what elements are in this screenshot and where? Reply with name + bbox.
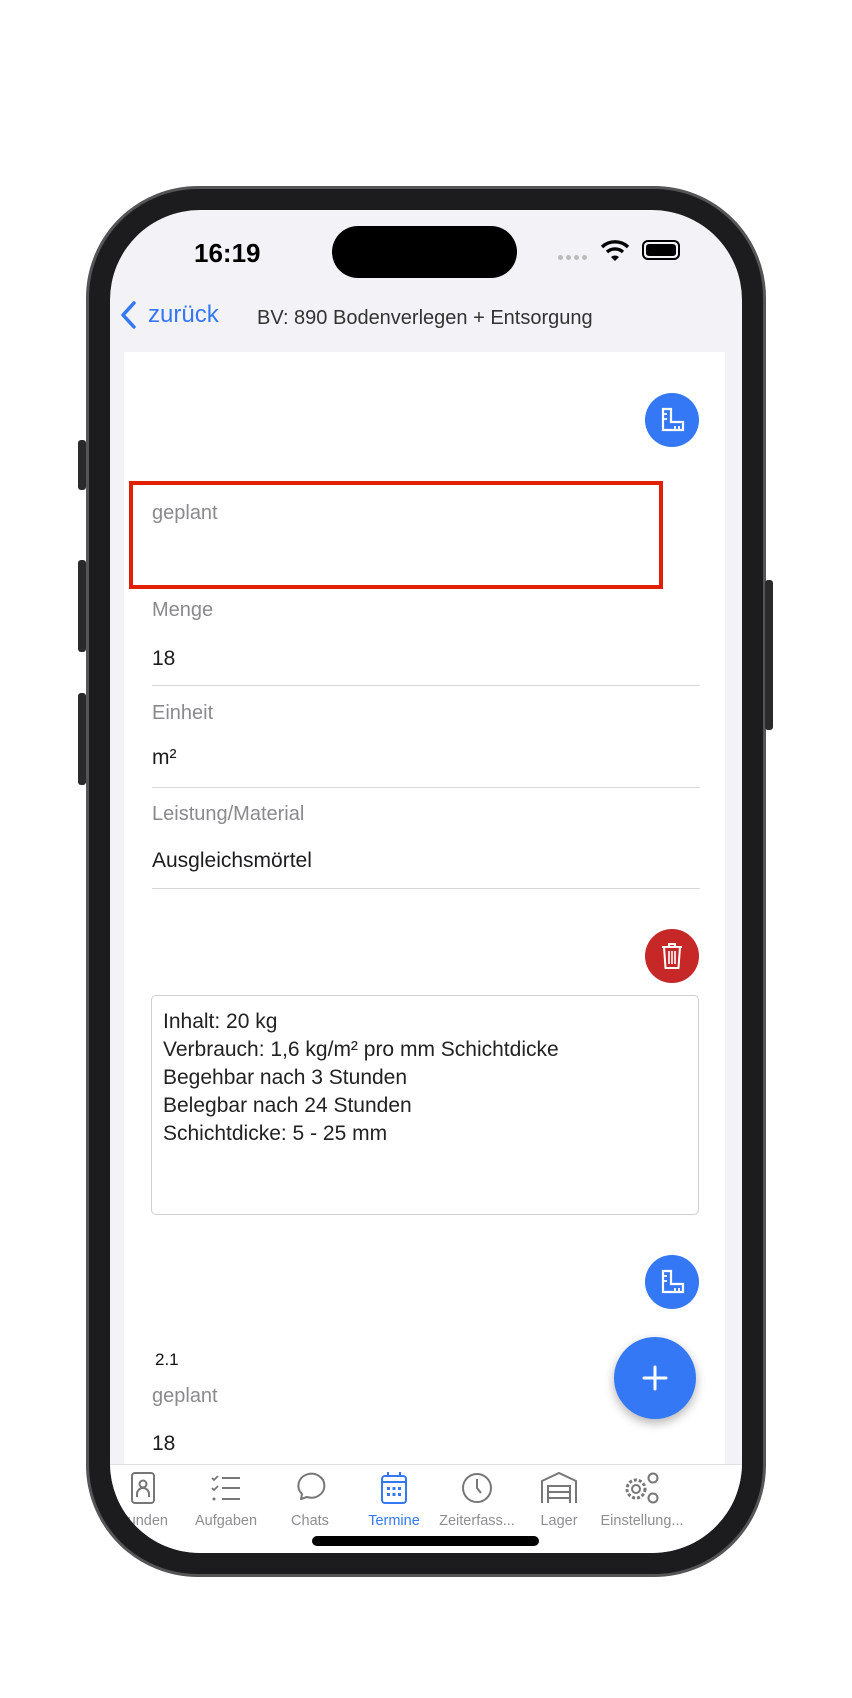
- page-title: BV: 890 Bodenverlegen + Entsorgung: [257, 307, 593, 329]
- calendar-icon: [381, 1472, 407, 1504]
- delete-button[interactable]: [645, 929, 699, 983]
- ruler-icon: [661, 1269, 685, 1294]
- signal-icon: [558, 255, 587, 260]
- geplant-label: geplant: [152, 502, 218, 524]
- tab-termine[interactable]: Termine: [349, 1471, 439, 1529]
- geplant-input[interactable]: [152, 532, 672, 572]
- tab-label: Zeiterfass...: [439, 1513, 515, 1529]
- tab-label: Termine: [368, 1513, 420, 1529]
- next-geplant-input[interactable]: 18: [152, 1432, 175, 1456]
- contacts-book-icon: [131, 1472, 155, 1504]
- tab-label: Einstellung...: [600, 1513, 684, 1529]
- tab-label: Lager: [540, 1513, 578, 1529]
- volume-up-button: [78, 560, 86, 652]
- chat-bubble-icon: [297, 1472, 326, 1500]
- tab-chats[interactable]: Chats: [265, 1471, 355, 1529]
- measure-button-2[interactable]: [645, 1255, 699, 1309]
- tab-aufgaben[interactable]: Aufgaben: [181, 1471, 271, 1529]
- divider: [152, 787, 700, 788]
- plus-icon: [642, 1365, 668, 1391]
- tab-einstellungen[interactable]: Einstellung...: [597, 1471, 687, 1529]
- home-indicator: [312, 1536, 539, 1546]
- dynamic-island: [332, 226, 517, 278]
- tab-kunden[interactable]: Kunden: [110, 1471, 188, 1529]
- warehouse-icon: [541, 1471, 577, 1503]
- ruler-icon: [661, 407, 685, 432]
- tab-label: Kunden: [118, 1513, 168, 1529]
- back-label: zurück: [148, 301, 219, 328]
- chevron-left-icon: [121, 301, 136, 329]
- tab-lager[interactable]: Lager: [514, 1471, 604, 1529]
- battery-icon: [642, 240, 680, 260]
- gears-icon: [625, 1472, 659, 1504]
- position-index: 2.1: [155, 1350, 179, 1369]
- back-button[interactable]: zurück: [118, 300, 219, 330]
- einheit-label: Einheit: [152, 702, 214, 724]
- status-time: 16:19: [194, 238, 261, 268]
- einheit-input[interactable]: m²: [152, 746, 177, 770]
- next-geplant-label: geplant: [152, 1385, 218, 1407]
- measure-button[interactable]: [645, 393, 699, 447]
- tab-label: Aufgaben: [194, 1513, 258, 1529]
- power-button: [765, 580, 773, 730]
- divider: [152, 685, 700, 686]
- volume-down-button: [78, 693, 86, 785]
- leistung-label: Leistung/Material: [152, 803, 305, 825]
- screen: 16:19 zurück BV: 890 Bodenverlegen + Ent…: [110, 210, 742, 1553]
- description-textarea[interactable]: Inhalt: 20 kg Verbrauch: 1,6 kg/m² pro m…: [151, 995, 699, 1215]
- menge-input[interactable]: 18: [152, 647, 175, 671]
- form-card: geplant Menge 18 Einheit m² Leistung/Mat…: [124, 352, 725, 1464]
- tab-label: Chats: [291, 1513, 329, 1529]
- menge-label: Menge: [152, 599, 214, 621]
- mute-switch: [78, 440, 86, 490]
- clock-icon: [462, 1473, 492, 1503]
- divider: [152, 888, 700, 889]
- checklist-icon: [211, 1475, 240, 1501]
- leistung-input[interactable]: Ausgleichsmörtel: [152, 849, 312, 873]
- add-button[interactable]: [614, 1337, 696, 1419]
- trash-icon: [662, 943, 682, 969]
- wifi-icon: [600, 240, 630, 261]
- tab-zeiterfassung[interactable]: Zeiterfass...: [432, 1471, 522, 1529]
